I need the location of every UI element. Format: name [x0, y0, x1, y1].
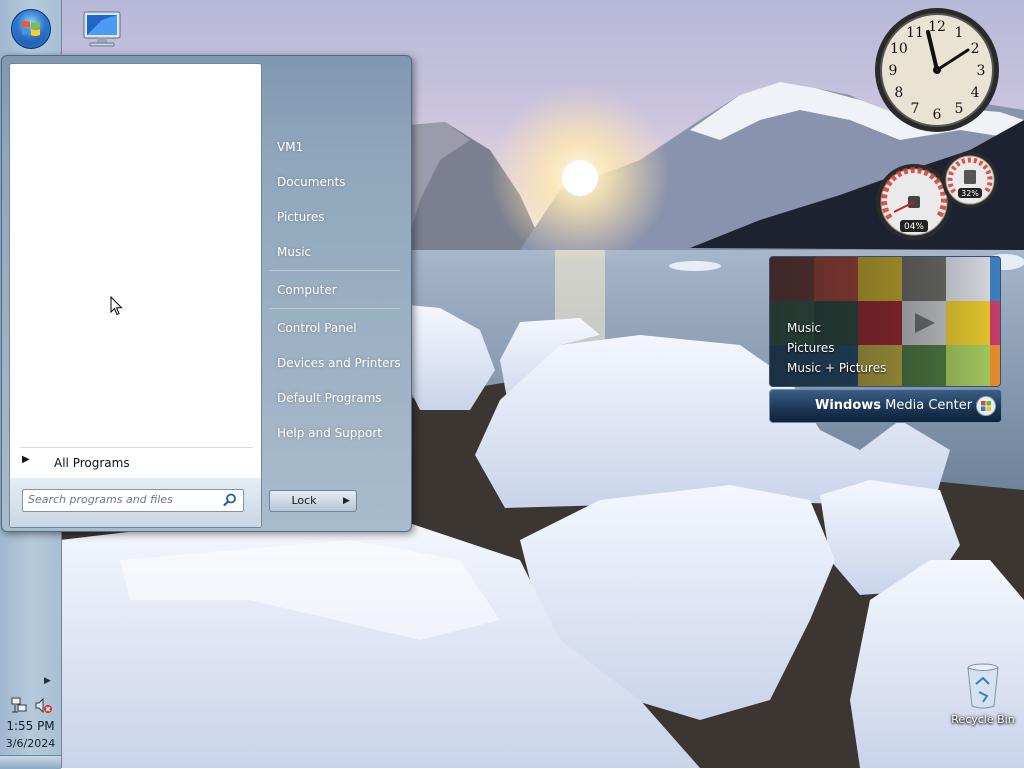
computer-desktop-icon[interactable] — [78, 8, 126, 52]
clock-numeral: 5 — [955, 101, 964, 117]
place-label: VM1 — [277, 140, 304, 154]
clock-numeral: 2 — [971, 41, 980, 57]
media-thumbnails: Music Pictures Music + Pictures — [769, 256, 1001, 387]
clock-numeral: 4 — [971, 85, 980, 101]
windows-logo-icon — [22, 21, 40, 36]
search-box[interactable] — [22, 489, 244, 512]
start-menu: ▶ All Programs VM1 Documents Pictures Mu… — [1, 55, 412, 532]
clock-numeral: 9 — [889, 63, 898, 79]
place-devices-and-printers[interactable]: Devices and Printers — [269, 351, 407, 376]
place-label: Music — [277, 245, 312, 259]
monitor-icon — [83, 11, 121, 47]
taskbar-clock-date[interactable]: 3/6/2024 — [0, 737, 61, 750]
mouse-pointer-icon — [110, 296, 123, 316]
windows-logo-icon — [976, 396, 996, 416]
all-programs-item[interactable]: ▶ All Programs — [14, 452, 254, 474]
show-desktop-button[interactable] — [0, 755, 61, 769]
search-area — [10, 478, 261, 527]
place-vm1[interactable]: VM1 — [269, 135, 407, 160]
all-programs-label: All Programs — [54, 456, 130, 470]
cpu-usage-readout: 04% — [904, 222, 924, 232]
memory-chip-icon — [964, 170, 976, 184]
network-icon[interactable] — [11, 697, 28, 714]
memory-usage-readout: 32% — [961, 189, 979, 198]
media-center-link-music[interactable]: Music — [787, 321, 821, 335]
recycle-bin-label: Recycle Bin — [951, 713, 1015, 726]
chevron-right-icon: ▶ — [22, 454, 30, 465]
place-computer[interactable]: Computer — [269, 278, 407, 303]
place-label: Documents — [277, 175, 346, 189]
recycle-bin-icon[interactable]: Recycle Bin — [948, 660, 1018, 730]
search-input[interactable] — [28, 493, 214, 506]
place-label: Control Panel — [277, 321, 357, 335]
show-hidden-icons-arrow[interactable]: ▶ — [44, 676, 51, 686]
place-label: Pictures — [277, 210, 325, 224]
place-label: Computer — [277, 283, 337, 297]
clock-gadget[interactable]: 12 1 2 3 4 5 6 7 8 9 10 11 — [872, 5, 1002, 135]
place-music[interactable]: Music — [269, 240, 407, 265]
programs-pane: ▶ All Programs — [9, 63, 262, 528]
place-documents[interactable]: Documents — [269, 170, 407, 195]
cpu-meter-dials: 04% 32% — [876, 152, 998, 240]
volume-muted-icon[interactable] — [35, 697, 52, 714]
place-control-panel[interactable]: Control Panel — [269, 316, 407, 341]
clock-numeral: 8 — [894, 85, 903, 101]
media-center-gadget[interactable]: Music Pictures Music + Pictures Windows … — [769, 256, 1002, 423]
place-label: Devices and Printers — [277, 356, 401, 370]
trash-can-icon — [967, 663, 999, 709]
clock-numeral: 11 — [906, 25, 924, 41]
clock-numeral: 1 — [955, 25, 964, 41]
taskbar-clock-time[interactable]: 1:55 PM — [0, 719, 61, 733]
start-button[interactable] — [11, 9, 51, 49]
clock-numeral: 3 — [977, 63, 986, 79]
media-center-launch-bar[interactable]: Windows Media Center — [769, 389, 1002, 423]
all-programs-divider — [20, 447, 253, 448]
place-help-and-support[interactable]: Help and Support — [269, 421, 407, 446]
place-default-programs[interactable]: Default Programs — [269, 386, 407, 411]
places-divider — [269, 270, 400, 271]
clock-numeral: 12 — [928, 19, 946, 35]
clock-numeral: 10 — [890, 41, 908, 57]
place-pictures[interactable]: Pictures — [269, 205, 407, 230]
shutdown-options-arrow[interactable]: ▶ — [337, 490, 357, 512]
media-center-link-pictures[interactable]: Pictures — [787, 341, 835, 355]
place-label: Help and Support — [277, 426, 382, 440]
cpu-meter-gadget[interactable]: 04% 32% — [872, 148, 1000, 244]
search-icon[interactable] — [223, 493, 237, 507]
clock-numeral: 7 — [911, 101, 920, 117]
clock-numeral: 6 — [933, 107, 942, 123]
media-center-link-music-pictures[interactable]: Music + Pictures — [787, 361, 886, 375]
media-center-title: Windows Media Center — [815, 398, 973, 413]
places-divider — [269, 308, 400, 309]
analog-clock: 12 12 3 45678 9 1011 — [875, 8, 999, 132]
place-label: Default Programs — [277, 391, 382, 405]
lock-button[interactable]: Lock — [269, 490, 339, 512]
